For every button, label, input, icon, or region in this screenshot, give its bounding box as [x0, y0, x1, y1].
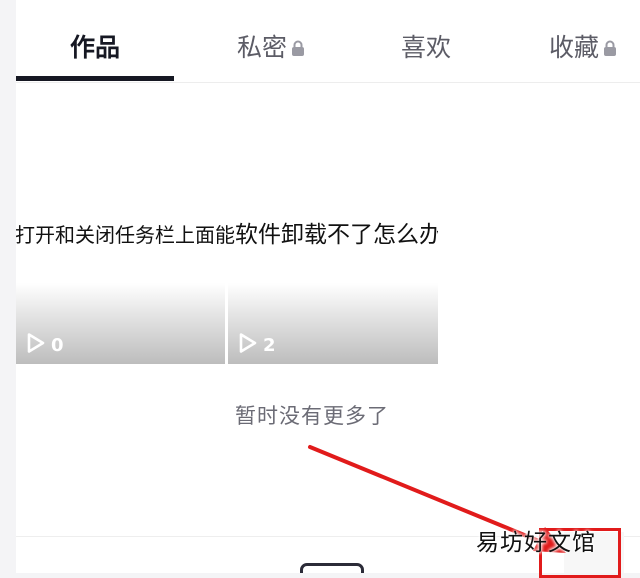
red-arrow-annotation	[308, 445, 566, 553]
watermark-text: 易坊好文馆	[476, 530, 596, 556]
